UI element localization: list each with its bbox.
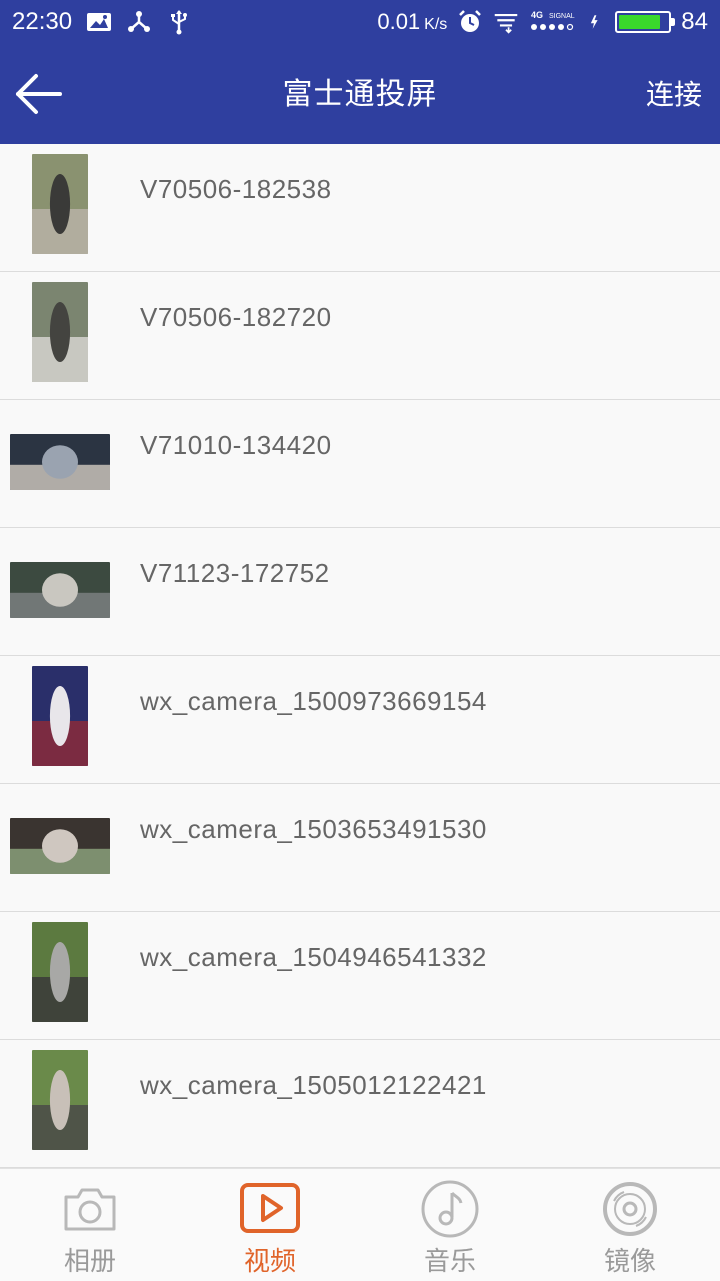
video-thumbnail [10,818,110,874]
video-thumbnail [32,1050,88,1150]
video-file-name: wx_camera_1504946541332 [140,942,487,972]
video-list-item[interactable]: wx_camera_1505012122421 [0,1040,720,1168]
disc-mirror-icon [603,1182,657,1236]
video-thumbnail-wrap [10,794,110,894]
video-thumbnail-wrap [10,666,110,766]
network-speed: 0.01 [377,9,421,34]
video-thumbnail [32,922,88,1022]
network-type: 4G [531,10,543,20]
video-list-item[interactable]: wx_camera_1504946541332 [0,912,720,1040]
tab-video[interactable]: 视频 [180,1169,360,1281]
video-file-name: wx_camera_1505012122421 [140,1070,487,1100]
tab-music[interactable]: 音乐 [360,1169,540,1281]
video-thumbnail-wrap [10,538,110,638]
video-thumbnail [10,434,110,490]
video-file-name: V71123-172752 [140,558,330,588]
tab-label: 视频 [243,1247,296,1277]
video-file-name: V71010-134420 [140,430,332,460]
video-thumbnail-wrap [10,1050,110,1150]
app-header: 富士通投屏 连接 [0,46,720,144]
video-thumbnail [10,562,110,618]
video-file-name: V70506-182538 [140,174,332,204]
share-icon [128,11,151,32]
status-bar: 22:30 0.01 K/s 4G SIGNAL 84 [0,0,720,46]
video-file-name: wx_camera_1500973669154 [140,686,487,716]
video-list[interactable]: V70506-182538 V70506-182720 V71010-134420 V… [0,144,720,1168]
tab-label: 镜像 [603,1247,656,1277]
tab-label: 相册 [63,1247,116,1277]
signal-label: SIGNAL [549,13,575,20]
video-file-name: V70506-182720 [140,302,332,332]
video-file-name: wx_camera_1503653491530 [140,814,487,844]
video-list-item[interactable]: wx_camera_1500973669154 [0,656,720,784]
signal-icon: 4G SIGNAL [531,10,575,31]
alarm-icon [459,10,482,32]
video-list-item[interactable]: V70506-182720 [0,272,720,400]
download-icon [495,13,518,34]
battery-fill [619,15,660,29]
video-list-item[interactable]: V70506-182538 [0,144,720,272]
usb-icon [171,10,188,35]
video-list-item[interactable]: V71010-134420 [0,400,720,528]
video-thumbnail-wrap [10,922,110,1022]
video-thumbnail [32,154,88,254]
tab-mirror[interactable]: 镜像 [540,1169,720,1281]
status-time: 22:30 [12,8,73,35]
video-thumbnail-wrap [10,154,110,254]
image-icon [87,13,112,31]
video-list-item[interactable]: wx_camera_1503653491530 [0,784,720,912]
camera-icon [64,1188,116,1231]
video-thumbnail [32,282,88,382]
charging-icon [591,15,598,29]
bottom-tab-bar: 相册 视频 音乐 镜像 [0,1168,720,1281]
tab-album[interactable]: 相册 [0,1169,180,1281]
video-thumbnail [32,666,88,766]
network-speed-unit: K/s [424,16,448,33]
connect-button[interactable]: 连接 [646,46,702,144]
page-title: 富士通投屏 [282,77,438,112]
video-list-item[interactable]: V71123-172752 [0,528,720,656]
battery-percent: 84 [681,8,708,35]
video-thumbnail-wrap [10,410,110,510]
battery-icon [615,11,676,33]
tab-label: 音乐 [423,1247,476,1277]
video-thumbnail-wrap [10,282,110,382]
video-play-icon [240,1183,300,1233]
music-note-icon [421,1180,479,1238]
